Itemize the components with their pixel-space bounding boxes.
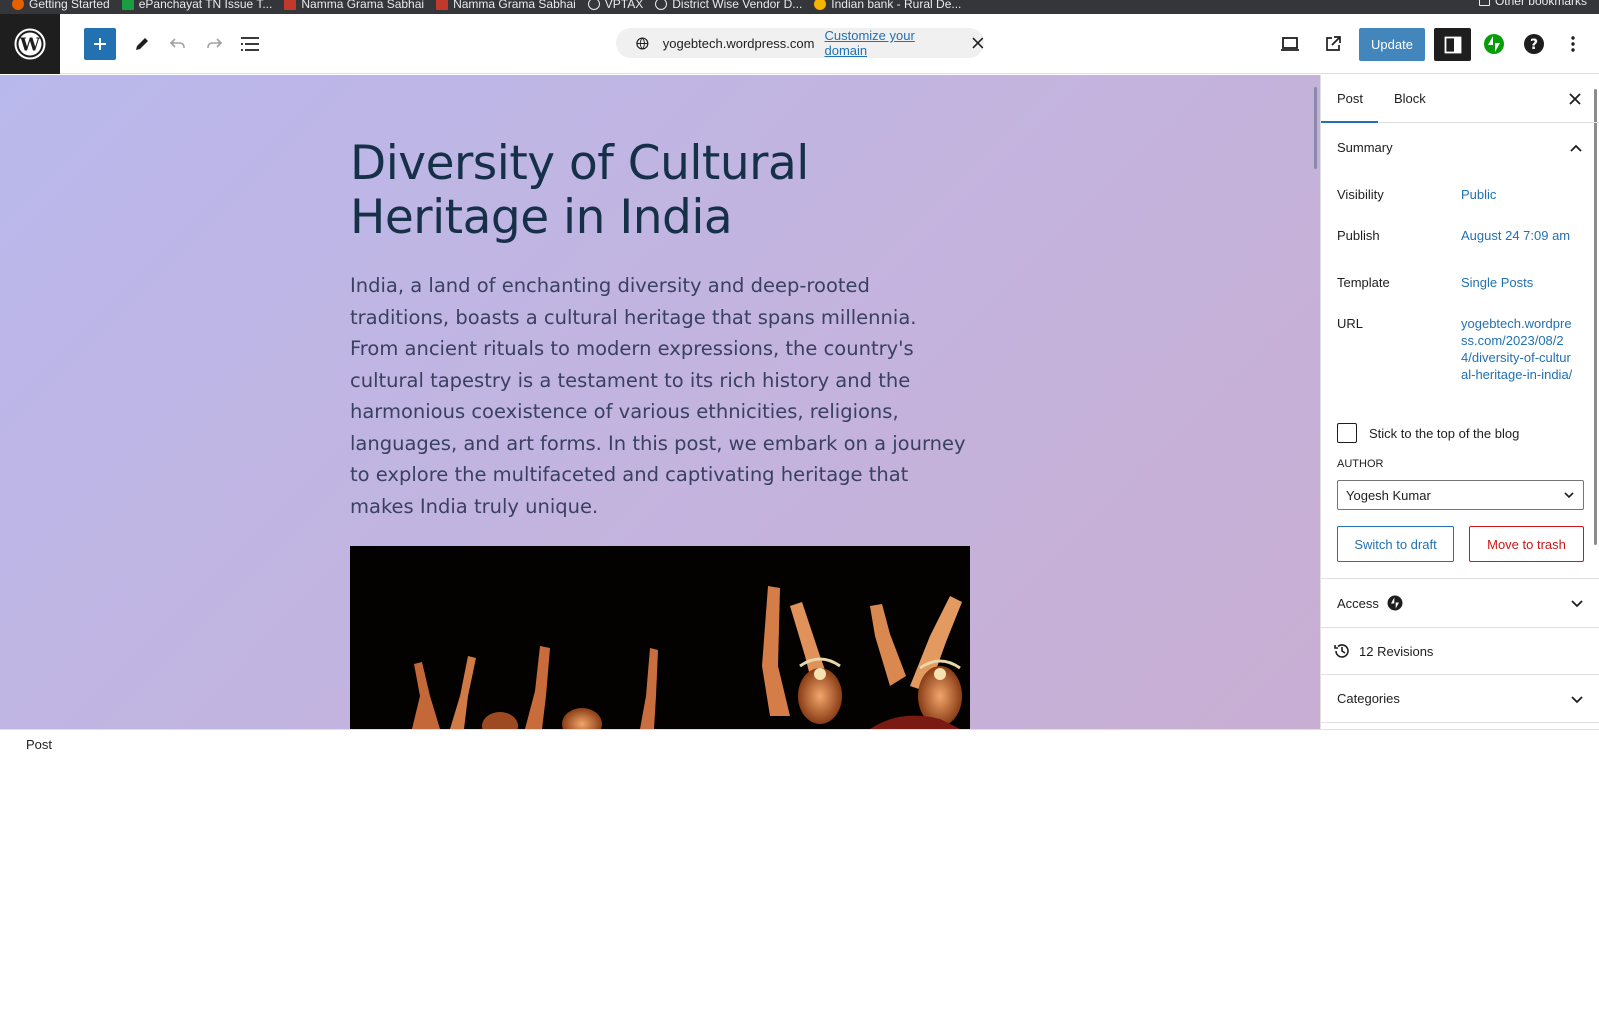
- categories-heading: Categories: [1337, 691, 1400, 706]
- author-label: AUTHOR: [1337, 458, 1384, 470]
- customize-domain-link[interactable]: Customize your domain: [824, 28, 958, 58]
- bookmark-item[interactable]: Namma Grama Sabhai: [284, 0, 424, 10]
- redo-button[interactable]: [198, 28, 230, 60]
- history-icon: [1334, 644, 1349, 658]
- svg-text:W: W: [19, 35, 41, 56]
- redo-icon: [207, 38, 223, 48]
- post-title[interactable]: Diversity of Cultural Heritage in India: [350, 137, 970, 245]
- block-breadcrumb-bar: Post: [0, 729, 1599, 755]
- help-icon: ?: [1524, 34, 1544, 54]
- chevron-down-icon: [1571, 695, 1583, 703]
- bookmark-item[interactable]: VPTAX: [587, 0, 643, 10]
- bookmark-item[interactable]: District Wise Vendor D...: [655, 0, 802, 10]
- post-url-link[interactable]: yogebtech.wordpress.com/2023/08/24/diver…: [1461, 315, 1573, 383]
- sticky-option: Stick to the top of the blog: [1337, 423, 1519, 443]
- access-panel-toggle[interactable]: Access: [1321, 578, 1599, 627]
- add-block-button[interactable]: [84, 28, 116, 60]
- publish-date-value[interactable]: August 24 7:09 am: [1461, 228, 1570, 243]
- publish-label: Publish: [1337, 228, 1380, 243]
- help-button[interactable]: ?: [1518, 28, 1550, 60]
- jetpack-icon: [1387, 595, 1403, 611]
- template-label: Template: [1337, 275, 1390, 290]
- external-link-icon: [1326, 36, 1341, 51]
- summary-heading: Summary: [1337, 140, 1393, 155]
- visibility-row: Visibility Public: [1337, 187, 1496, 202]
- summary-panel-toggle[interactable]: Summary: [1321, 123, 1599, 172]
- access-heading: Access: [1337, 595, 1379, 611]
- revisions-label: 12 Revisions: [1359, 643, 1434, 659]
- undo-icon: [169, 38, 185, 48]
- tools-button[interactable]: [126, 28, 158, 60]
- sticky-checkbox[interactable]: [1337, 423, 1357, 443]
- post-image-dancers[interactable]: [350, 546, 970, 729]
- wordpress-icon: W: [14, 28, 46, 60]
- bookmark-item[interactable]: Namma Grama Sabhai: [436, 0, 576, 10]
- sidebar-scrollbar[interactable]: [1594, 89, 1597, 545]
- globe-icon: [636, 36, 649, 50]
- undo-button[interactable]: [162, 28, 194, 60]
- folder-icon: [1478, 0, 1490, 6]
- globe-icon: [587, 0, 600, 10]
- preview-button[interactable]: [1274, 28, 1306, 60]
- update-button[interactable]: Update: [1359, 28, 1425, 61]
- author-selected-value: Yogesh Kumar: [1346, 487, 1431, 503]
- breadcrumb-post[interactable]: Post: [26, 737, 52, 752]
- visibility-label: Visibility: [1337, 187, 1384, 202]
- jetpack-icon: [1484, 34, 1504, 54]
- jetpack-button[interactable]: [1478, 28, 1510, 60]
- emblem-icon: [436, 0, 449, 10]
- publish-row: Publish August 24 7:09 am: [1337, 228, 1570, 243]
- plus-icon: [94, 38, 106, 50]
- sticky-label: Stick to the top of the blog: [1369, 425, 1520, 441]
- globe-icon: [655, 0, 668, 10]
- options-button[interactable]: [1557, 28, 1589, 60]
- site-url: yogebtech.wordpress.com: [662, 35, 815, 51]
- firefox-icon: [12, 0, 24, 10]
- bank-icon: [814, 0, 827, 10]
- more-vertical-icon: [1571, 36, 1575, 52]
- settings-toggle-button[interactable]: [1434, 28, 1471, 61]
- sidebar-icon: [1444, 36, 1461, 53]
- move-to-trash-button[interactable]: Move to trash: [1469, 526, 1584, 562]
- dancers-image: [350, 546, 970, 729]
- chevron-up-icon: [1570, 144, 1582, 152]
- svg-text:?: ?: [1530, 37, 1538, 53]
- sidebar-tabs: Post Block: [1321, 75, 1599, 123]
- url-row: URL: [1337, 316, 1363, 331]
- desktop-icon: [1281, 37, 1299, 51]
- post-paragraph[interactable]: India, a land of enchanting diversity an…: [350, 270, 970, 522]
- other-bookmarks[interactable]: Other bookmarks: [1478, 0, 1587, 8]
- bookmark-item[interactable]: ePanchayat TN Issue T...: [121, 0, 272, 10]
- chevron-down-icon: [1571, 600, 1583, 608]
- template-row: Template Single Posts: [1337, 275, 1533, 290]
- editor-canvas[interactable]: Diversity of Cultural Heritage in India …: [0, 75, 1320, 729]
- template-value[interactable]: Single Posts: [1461, 275, 1533, 290]
- list-view-icon: [241, 37, 259, 51]
- chevron-down-icon: [1564, 492, 1574, 499]
- settings-sidebar: Post Block Summary Visibility Public Pub…: [1320, 75, 1599, 729]
- url-label: URL: [1337, 316, 1364, 331]
- close-icon[interactable]: [972, 37, 984, 49]
- canvas-scrollbar[interactable]: [1314, 87, 1317, 169]
- access-heading-wrap: Access: [1337, 595, 1403, 611]
- tab-post[interactable]: Post: [1321, 75, 1378, 123]
- editor-toolbar: W yogebtech.wordpress.com Customize your…: [0, 14, 1599, 74]
- close-icon[interactable]: [1565, 89, 1585, 109]
- site-url-bar: yogebtech.wordpress.com Customize your d…: [616, 28, 984, 58]
- author-select[interactable]: Yogesh Kumar: [1337, 480, 1584, 510]
- flag-icon: [121, 0, 134, 10]
- categories-panel-toggle[interactable]: Categories: [1321, 674, 1599, 723]
- bookmark-item[interactable]: Indian bank - Rural De...: [814, 0, 961, 10]
- bookmark-item[interactable]: Getting Started: [12, 0, 110, 10]
- emblem-icon: [284, 0, 297, 10]
- switch-to-draft-button[interactable]: Switch to draft: [1337, 526, 1454, 562]
- document-overview-button[interactable]: [234, 28, 266, 60]
- tab-block[interactable]: Block: [1394, 75, 1426, 123]
- view-post-button[interactable]: [1317, 28, 1349, 60]
- wordpress-logo-button[interactable]: W: [0, 14, 60, 74]
- bookmarks-bar: Getting Started ePanchayat TN Issue T...…: [0, 0, 1599, 14]
- revisions-link[interactable]: 12 Revisions: [1321, 627, 1599, 674]
- visibility-value[interactable]: Public: [1461, 187, 1496, 202]
- pencil-icon: [136, 38, 148, 50]
